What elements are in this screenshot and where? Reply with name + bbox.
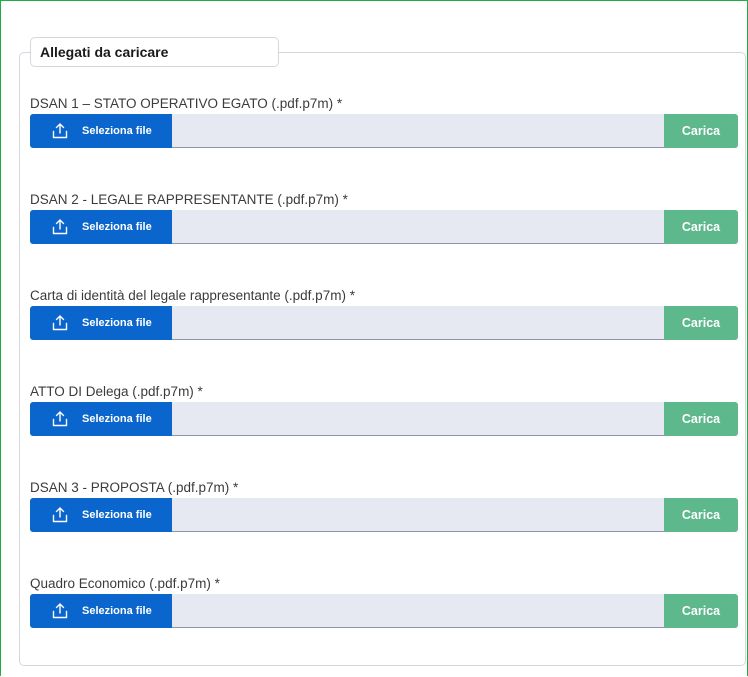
- file-name-track[interactable]: [172, 498, 664, 532]
- select-file-button[interactable]: Seleziona file: [30, 498, 172, 532]
- attachments-legend: Allegati da caricare: [30, 37, 279, 67]
- select-file-label: Seleziona file: [82, 509, 152, 521]
- upload-icon: [52, 411, 68, 427]
- select-file-label: Seleziona file: [82, 413, 152, 425]
- field-label: DSAN 3 - PROPOSTA (.pdf.p7m) *: [30, 480, 239, 495]
- attachment-field-delega: ATTO DI Delega (.pdf.p7m) * Seleziona fi…: [30, 384, 738, 440]
- upload-row: Seleziona file Carica: [30, 114, 738, 148]
- file-name-track[interactable]: [172, 402, 664, 436]
- upload-button[interactable]: Carica: [664, 402, 738, 436]
- field-label: Carta di identità del legale rappresenta…: [30, 288, 355, 303]
- file-name-track[interactable]: [172, 210, 664, 244]
- upload-row: Seleziona file Carica: [30, 498, 738, 532]
- upload-icon: [52, 507, 68, 523]
- upload-icon: [52, 219, 68, 235]
- select-file-label: Seleziona file: [82, 317, 152, 329]
- select-file-label: Seleziona file: [82, 125, 152, 137]
- upload-row: Seleziona file Carica: [30, 402, 738, 436]
- upload-icon: [52, 123, 68, 139]
- upload-icon: [52, 603, 68, 619]
- field-label: DSAN 2 - LEGALE RAPPRESENTANTE (.pdf.p7m…: [30, 192, 348, 207]
- select-file-button[interactable]: Seleziona file: [30, 210, 172, 244]
- upload-row: Seleziona file Carica: [30, 306, 738, 340]
- field-label: DSAN 1 – STATO OPERATIVO EGATO (.pdf.p7m…: [30, 96, 343, 111]
- select-file-label: Seleziona file: [82, 221, 152, 233]
- upload-button[interactable]: Carica: [664, 306, 738, 340]
- select-file-button[interactable]: Seleziona file: [30, 402, 172, 436]
- select-file-button[interactable]: Seleziona file: [30, 594, 172, 628]
- field-label: ATTO DI Delega (.pdf.p7m) *: [30, 384, 203, 399]
- select-file-button[interactable]: Seleziona file: [30, 114, 172, 148]
- upload-button[interactable]: Carica: [664, 210, 738, 244]
- attachment-field-identity-card: Carta di identità del legale rappresenta…: [30, 288, 738, 344]
- upload-row: Seleziona file Carica: [30, 594, 738, 628]
- attachment-field-dsan1: DSAN 1 – STATO OPERATIVO EGATO (.pdf.p7m…: [30, 96, 738, 152]
- upload-button[interactable]: Carica: [664, 594, 738, 628]
- select-file-label: Seleziona file: [82, 605, 152, 617]
- upload-button[interactable]: Carica: [664, 114, 738, 148]
- field-label: Quadro Economico (.pdf.p7m) *: [30, 576, 220, 591]
- upload-icon: [52, 315, 68, 331]
- select-file-button[interactable]: Seleziona file: [30, 306, 172, 340]
- upload-button[interactable]: Carica: [664, 498, 738, 532]
- file-name-track[interactable]: [172, 114, 664, 148]
- file-name-track[interactable]: [172, 594, 664, 628]
- attachment-field-dsan3: DSAN 3 - PROPOSTA (.pdf.p7m) * Seleziona…: [30, 480, 738, 536]
- attachment-field-dsan2: DSAN 2 - LEGALE RAPPRESENTANTE (.pdf.p7m…: [30, 192, 738, 248]
- attachment-field-quadro-economico: Quadro Economico (.pdf.p7m) * Seleziona …: [30, 576, 738, 632]
- upload-row: Seleziona file Carica: [30, 210, 738, 244]
- file-name-track[interactable]: [172, 306, 664, 340]
